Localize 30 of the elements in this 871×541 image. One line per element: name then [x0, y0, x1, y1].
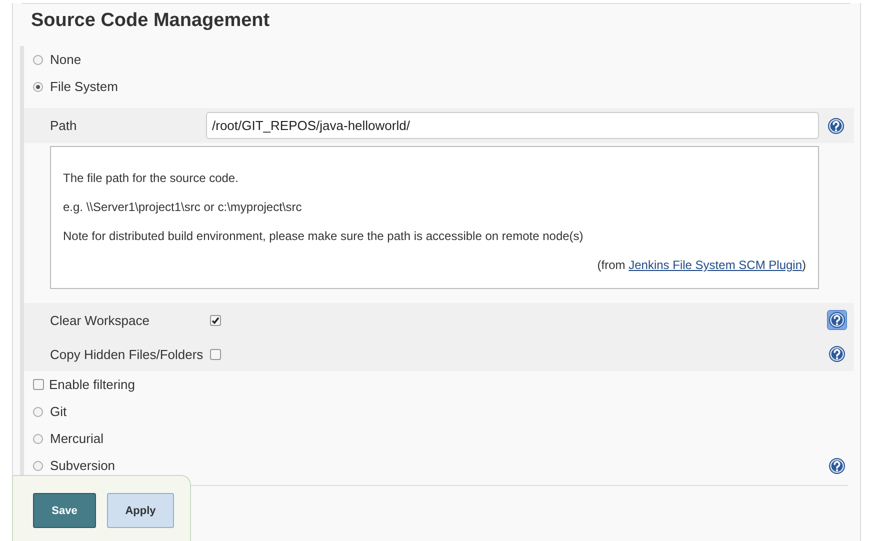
field-label: Path: [50, 118, 78, 133]
help-text: e.g. \\Server1\project1\src or c:\myproject\src: [63, 200, 303, 214]
radio-button[interactable]: [33, 54, 43, 64]
help-source-text: (from Jenkins File System SCM Plugin): [597, 258, 806, 272]
checkbox[interactable]: [210, 314, 221, 326]
checkbox-label: Clear Workspace: [50, 312, 150, 328]
radio-button[interactable]: [33, 460, 43, 470]
radio-button[interactable]: [33, 406, 43, 416]
option-label: Mercurial: [50, 431, 104, 446]
option-label: File System: [50, 79, 118, 94]
help-text: The file path for the source code.: [63, 171, 240, 185]
save-button[interactable]: Save: [33, 493, 96, 528]
path-field[interactable]: /root/GIT_REPOS/java-helloworld/: [206, 112, 819, 139]
section-title: Source Code Management: [31, 10, 270, 32]
option-label: None: [50, 52, 82, 67]
option-label: Enable filtering: [49, 377, 135, 392]
help-icon[interactable]: [828, 345, 846, 363]
checkbox-label: Copy Hidden Files/Folders: [50, 346, 204, 362]
help-icon[interactable]: [827, 116, 845, 134]
help-icon[interactable]: [828, 311, 846, 329]
option-label: Subversion: [50, 458, 116, 473]
radio-button[interactable]: [33, 434, 43, 444]
radio-button[interactable]: [33, 82, 43, 92]
apply-button[interactable]: Apply: [107, 493, 174, 528]
checkbox[interactable]: [33, 379, 44, 390]
help-text: Note for distributed build environment, please make sure the path is accessible on remote node(s): [63, 229, 584, 243]
option-label: Git: [50, 404, 67, 419]
help-icon[interactable]: [828, 456, 846, 474]
checkbox[interactable]: [210, 348, 221, 360]
plugin-link[interactable]: Jenkins File System SCM Plugin: [628, 258, 802, 272]
